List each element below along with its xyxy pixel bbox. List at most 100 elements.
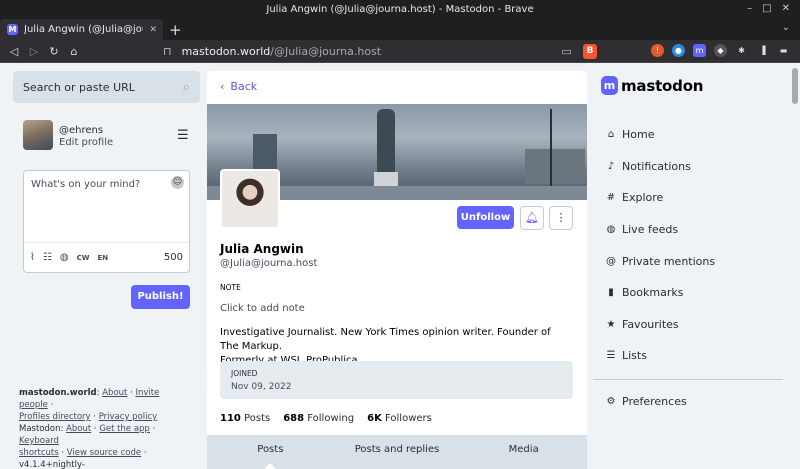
about-link[interactable]: About <box>102 388 127 398</box>
sidebar-toggle-icon[interactable]: ▐ <box>756 44 769 57</box>
maximize-icon[interactable]: □ <box>762 3 771 14</box>
url-path: /@Julia@journa.host <box>270 45 382 58</box>
close-window-icon[interactable]: ✕ <box>782 3 790 14</box>
tab-search-icon[interactable]: ⌄ <box>782 22 790 33</box>
profiles-directory-link[interactable]: Profiles directory <box>19 412 91 422</box>
posts-stat[interactable]: 110 Posts <box>220 413 270 424</box>
profile-tabs: Posts Posts and replies Media <box>207 435 587 469</box>
extensions-puzzle-icon[interactable]: ✱ <box>735 44 748 57</box>
compose-placeholder: What's on your mind? <box>31 179 141 190</box>
new-tab-icon[interactable]: + <box>169 21 182 39</box>
hamburger-menu-icon[interactable]: ☰ <box>177 128 189 143</box>
gear-icon: ⚙ <box>606 396 616 408</box>
compose-options: ⌇ ☷ ◍ CW EN 500 <box>24 242 189 272</box>
tab-posts[interactable]: Posts <box>207 435 334 469</box>
bell-icon[interactable]: 🔔︎ <box>520 206 544 230</box>
followers-stat[interactable]: 6K Followers <box>367 413 432 424</box>
list-icon: ☰ <box>606 350 616 362</box>
banner-building <box>525 149 585 184</box>
poll-icon[interactable]: ☷ <box>43 252 52 263</box>
following-stat[interactable]: 688 Following <box>283 413 354 424</box>
keyboard-shortcuts-link-2[interactable]: shortcuts <box>19 448 59 458</box>
mastodon-logo[interactable]: m mastodon <box>601 76 703 95</box>
minimize-icon[interactable]: – <box>747 3 752 14</box>
tab-posts-and-replies[interactable]: Posts and replies <box>334 435 461 469</box>
home-icon: ⌂ <box>607 129 615 141</box>
emoji-picker-icon[interactable]: ☺ <box>171 176 184 189</box>
main-navigation: ⌂ Home ♪ Notifications # Explore ◍ Live feed… <box>593 119 783 372</box>
joined-date: Nov 09, 2022 <box>231 382 292 392</box>
profile-account: @Julia@journa.host <box>220 258 318 269</box>
nav-item-private-mentions[interactable]: @ Private mentions <box>593 245 783 277</box>
window-controls: – □ ✕ <box>747 3 790 14</box>
search-input[interactable]: Search or paste URL ⌕ <box>13 71 200 103</box>
app-name: Mastodon <box>19 424 61 434</box>
page-scrollbar[interactable] <box>790 64 800 469</box>
banner-pole <box>550 109 552 194</box>
nav-item-lists[interactable]: ☰ Lists <box>593 340 783 372</box>
mastodon-extension-icon[interactable]: m <box>693 44 706 57</box>
extension-icon[interactable]: ! <box>651 44 664 57</box>
address-bar[interactable]: ⊓ mastodon.world /@Julia@journa.host ▭ ⋖ <box>163 40 593 63</box>
more-options-icon[interactable]: ⋮ <box>549 206 573 230</box>
joined-label: JOINED <box>231 369 258 378</box>
preferences-nav: ⚙ Preferences <box>593 386 783 418</box>
avatar[interactable] <box>23 120 53 150</box>
back-arrow-icon[interactable]: ◁ <box>4 45 24 58</box>
home-page-icon[interactable]: ⌂ <box>64 45 84 58</box>
profile-stats: 110 Posts 688 Following 6K Followers <box>220 413 432 424</box>
get-the-app-link[interactable]: Get the app <box>99 424 150 434</box>
window-title: Julia Angwin (@Julia@journa.host) - Mast… <box>266 4 534 15</box>
compose-box[interactable]: What's on your mind? ☺ ⌇ ☷ ◍ CW EN 500 <box>23 170 190 273</box>
nav-item-live-feeds[interactable]: ◍ Live feeds <box>593 214 783 246</box>
profile-avatar[interactable] <box>220 169 280 229</box>
close-tab-icon[interactable]: ✕ <box>149 25 157 35</box>
note-input[interactable]: Click to add note <box>220 303 305 314</box>
banner-building <box>253 134 277 174</box>
reload-icon[interactable]: ↻ <box>44 45 64 58</box>
tab-media[interactable]: Media <box>460 435 587 469</box>
bookmark-icon: ▮ <box>608 287 614 299</box>
extension-icon[interactable]: ◆ <box>714 44 727 57</box>
tab-strip: M Julia Angwin (@Julia@journa ✕ + ⌄ <box>0 19 800 40</box>
bookmark-page-icon[interactable]: ⊓ <box>163 45 172 58</box>
browser-toolbar: ◁ ▷ ↻ ⌂ ⊓ mastodon.world /@Julia@journa.… <box>0 40 800 63</box>
back-button[interactable]: ‹ Back <box>220 80 257 93</box>
cast-icon[interactable]: ▭ <box>561 45 571 58</box>
nav-item-notifications[interactable]: ♪ Notifications <box>593 151 783 183</box>
browser-tab[interactable]: M Julia Angwin (@Julia@journa ✕ <box>0 19 163 40</box>
extension-icon[interactable]: ● <box>672 44 685 57</box>
profile-column: ‹ Back Unfollow 🔔︎ ⋮ Julia Angwin @Julia… <box>207 71 587 469</box>
chevron-left-icon: ‹ <box>220 80 225 93</box>
back-label: Back <box>230 80 258 93</box>
nav-item-bookmarks[interactable]: ▮ Bookmarks <box>593 277 783 309</box>
hashtag-icon: # <box>606 192 616 204</box>
globe-visibility-icon[interactable]: ◍ <box>60 252 69 263</box>
nav-item-explore[interactable]: # Explore <box>593 182 783 214</box>
paperclip-icon[interactable]: ⌇ <box>30 252 35 263</box>
my-handle[interactable]: @ehrens <box>59 125 103 136</box>
privacy-policy-link[interactable]: Privacy policy <box>99 412 158 422</box>
content-warning-button[interactable]: CW <box>77 254 90 262</box>
scrollbar-thumb[interactable] <box>792 68 798 104</box>
unfollow-button[interactable]: Unfollow <box>457 206 514 229</box>
mastodon-about-link[interactable]: About <box>66 424 91 434</box>
nav-item-favourites[interactable]: ★ Favourites <box>593 309 783 341</box>
view-source-link[interactable]: View source code <box>67 448 141 458</box>
nav-item-preferences[interactable]: ⚙ Preferences <box>593 386 783 418</box>
window-titlebar: Julia Angwin (@Julia@journa.host) - Mast… <box>0 0 800 19</box>
keyboard-shortcuts-link[interactable]: Keyboard <box>19 436 59 446</box>
forward-arrow-icon[interactable]: ▷ <box>24 45 44 58</box>
publish-button[interactable]: Publish! <box>131 285 190 309</box>
brave-shields-icon[interactable]: B <box>583 44 597 59</box>
note-label: NOTE <box>220 283 241 292</box>
bio-line: Investigative Journalist. New York Times… <box>220 327 551 352</box>
url-host: mastodon.world <box>181 45 271 58</box>
edit-profile-link[interactable]: Edit profile <box>59 137 113 148</box>
nav-item-home[interactable]: ⌂ Home <box>593 119 783 151</box>
language-button[interactable]: EN <box>97 254 108 262</box>
wallet-icon[interactable]: ▬ <box>777 44 790 57</box>
nav-divider <box>593 379 783 380</box>
server-name: mastodon.world <box>19 388 97 398</box>
at-icon: @ <box>606 255 616 267</box>
